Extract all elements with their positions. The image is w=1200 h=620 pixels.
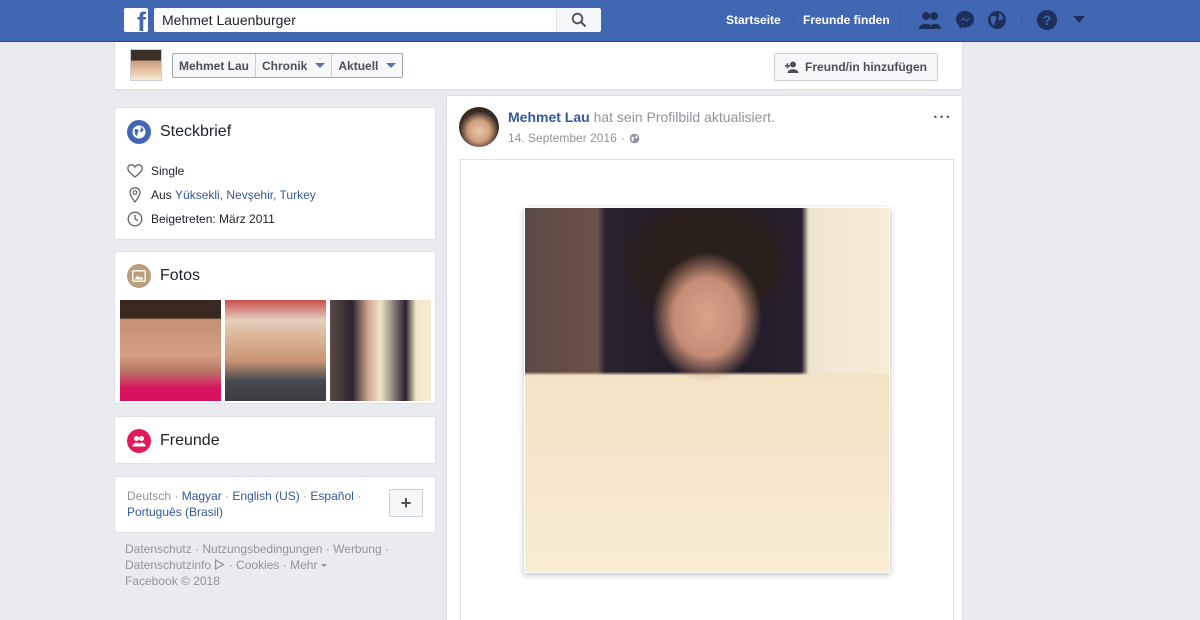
heart-icon [127,163,143,179]
account-menu-caret-icon[interactable] [1068,9,1090,31]
profile-thumbnail-avatar[interactable] [130,49,162,81]
language-link[interactable]: Magyar [182,489,222,503]
svg-text:?: ? [1043,12,1052,28]
tab-label: Mehmet Lau [179,58,250,73]
add-friend-button[interactable]: Freund/in hinzufügen [774,53,938,81]
hometown-link[interactable]: Yüksekli, Nevşehir, Turkey [175,188,316,202]
post-date[interactable]: 14. September 2016 [508,131,617,145]
tab-aktuell[interactable]: Aktuell [332,54,402,77]
nav-separator [1021,11,1022,29]
chevron-down-icon [315,63,326,68]
footer-link[interactable]: Cookies [236,558,279,572]
photos-title: Fotos [160,267,201,284]
footer-links: Datenschutzinfo · Cookies · Mehr [125,558,327,572]
language-list: Deutsch · Magyar · English (US) · Españo… [127,489,362,503]
location-pin-icon [127,187,143,203]
notifications-globe-icon[interactable] [986,9,1008,31]
post-options-button[interactable]: ··· [933,109,952,127]
intro-hometown-row: Aus Yüksekli, Nevşehir, Turkey [127,187,316,203]
search-icon [571,12,587,28]
meta-separator: · [620,131,625,145]
profile-picture-photo[interactable] [524,207,890,573]
facebook-logo-icon[interactable]: f [124,8,148,32]
timeline-post: Mehmet Lau hat sein Profilbild aktualisi… [446,95,963,620]
clock-icon [127,211,143,227]
tab-label: Aktuell [338,58,379,73]
more-languages-button[interactable]: + [389,489,423,517]
intro-relationship-row: Single [127,163,184,179]
language-link[interactable]: English (US) [232,489,299,503]
add-friend-icon [785,61,799,73]
tab-label: Chronik [262,58,308,73]
language-link[interactable]: Português (Brasil) [127,505,223,519]
post-author-name[interactable]: Mehmet Lau [508,109,590,125]
globe-icon [127,120,151,144]
nav-home-link[interactable]: Startseite [726,13,781,27]
adchoices-icon [215,558,226,571]
public-globe-icon[interactable] [629,133,640,144]
footer-link[interactable]: Nutzungsbedingungen [202,542,322,556]
language-card: Deutsch · Magyar · English (US) · Españo… [114,476,436,533]
add-friend-label: Freund/in hinzufügen [805,60,927,74]
nav-separator [793,11,794,29]
footer-link[interactable]: Datenschutzinfo [125,558,211,572]
language-link[interactable]: Español [310,489,353,503]
messenger-icon[interactable] [954,9,976,31]
intro-card: Steckbrief Single Aus Yüksekli, Nevşehir… [114,107,436,240]
intro-title: Steckbrief [160,123,232,140]
nav-find-friends-link[interactable]: Freunde finden [803,13,890,27]
caret-down-icon [320,564,327,567]
post-action-text: hat sein Profilbild aktualisiert. [593,109,775,125]
profile-tabs: Mehmet Lau Chronik Aktuell [172,53,404,78]
search-input[interactable]: Mehmet Lauenburger [154,8,556,32]
chevron-down-icon [386,63,397,68]
photo-thumbnail[interactable] [120,300,221,401]
footer-link[interactable]: Werbung [333,542,381,556]
footer-link[interactable]: Mehr [290,558,317,572]
post-author-avatar[interactable] [459,107,499,147]
photo-icon [127,264,151,288]
top-navigation-bar: f Mehmet Lauenburger Startseite Freunde … [0,0,1200,42]
photo-thumbnail[interactable] [330,300,431,401]
hometown-prefix: Aus [151,188,172,202]
photo-thumbnail[interactable] [225,300,326,401]
tab-chronik[interactable]: Chronik [256,54,333,77]
post-meta: 14. September 2016 · [508,131,640,145]
nav-separator [900,11,901,29]
relationship-status: Single [151,164,185,178]
language-list: Português (Brasil) [127,505,223,519]
plus-icon: + [400,492,412,513]
friends-card: Freunde [114,416,436,464]
search-button[interactable] [556,8,601,32]
language-current: Deutsch [127,489,172,503]
footer-link[interactable]: Datenschutz [125,542,192,556]
footer-links: Datenschutz · Nutzungsbedingungen · Werb… [125,542,389,556]
friends-icon [127,429,151,453]
friend-requests-icon[interactable] [919,9,941,31]
post-photo-frame [460,159,954,620]
footer-copyright: Facebook © 2018 [125,574,220,588]
tab-profile-name[interactable]: Mehmet Lau [173,54,257,77]
friends-title: Freunde [160,432,220,449]
help-icon[interactable]: ? [1036,9,1058,31]
profile-navigation-bar: Mehmet Lau Chronik Aktuell Freund/in hin… [114,42,963,90]
intro-joined-row: Beigetreten: März 2011 [127,211,275,227]
joined-date: Beigetreten: März 2011 [151,212,275,226]
post-header: Mehmet Lau hat sein Profilbild aktualisi… [508,109,775,125]
photos-card: Fotos [114,251,436,404]
